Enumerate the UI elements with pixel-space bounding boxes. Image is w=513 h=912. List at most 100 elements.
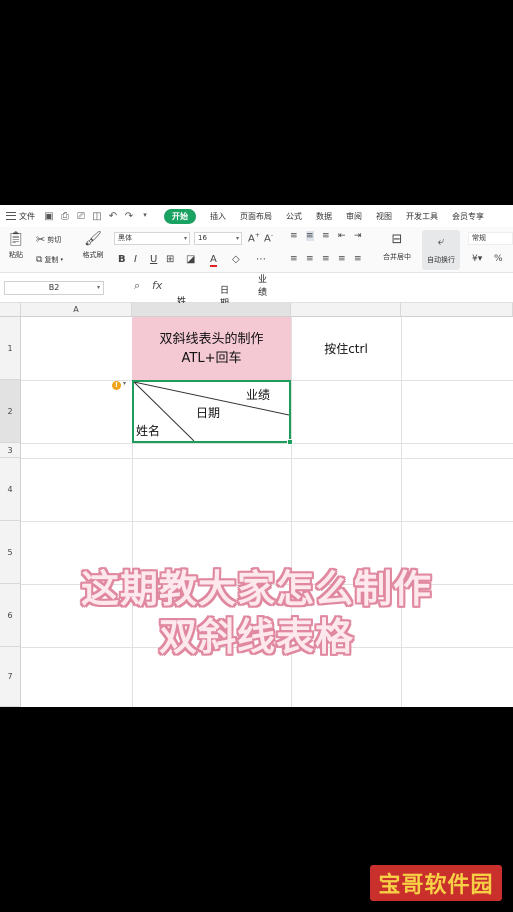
- ribbon: 📋︎ 粘贴 ✂ 剪切 ⧉ 复制 ▾ 🖌︎ 格式刷 黑体 ▾ 16 ▾ A+ A-…: [0, 227, 513, 273]
- video-caption: 这期教大家怎么制作 双斜线表格: [0, 565, 513, 661]
- bold-icon[interactable]: B: [118, 254, 126, 265]
- increase-font-icon[interactable]: A+: [248, 232, 260, 244]
- auto-wrap-label: 自动换行: [427, 256, 455, 264]
- align-bottom-icon[interactable]: ≡: [322, 231, 330, 241]
- preview-icon[interactable]: ◫: [91, 211, 103, 222]
- save-icon[interactable]: ▣: [43, 211, 55, 222]
- header-label-performance: 业绩: [246, 388, 271, 402]
- tab-member[interactable]: 会员专享: [452, 211, 484, 222]
- chevron-down-icon: ▾: [235, 235, 239, 242]
- watermark-logo: 宝哥软件园: [370, 865, 502, 901]
- merge-center-button[interactable]: ⊟ 合并居中: [378, 232, 416, 262]
- cell-b1-line-1: 双斜线表头的制作: [159, 331, 264, 347]
- zoom-icon[interactable]: ⌕: [134, 279, 140, 293]
- column-header-b[interactable]: [132, 303, 291, 317]
- clear-format-icon[interactable]: ◇: [232, 254, 240, 265]
- file-menu[interactable]: 文件: [0, 211, 35, 222]
- hamburger-icon: [6, 212, 16, 220]
- align-top-icon[interactable]: ≡: [290, 231, 298, 241]
- cell-b2-selected[interactable]: 业绩 日期 姓名: [132, 380, 291, 443]
- watermark-text: 宝哥软件园: [378, 873, 494, 898]
- warning-icon[interactable]: !: [112, 381, 121, 390]
- tab-page-layout[interactable]: 页面布局: [240, 211, 272, 222]
- tab-view[interactable]: 视图: [376, 211, 392, 222]
- column-header-c[interactable]: [291, 303, 401, 317]
- scissors-icon: ✂: [36, 233, 46, 246]
- border-icon[interactable]: ⊞: [166, 254, 174, 265]
- menu-bar: 文件 ▣ ⎙ ⎚ ◫ ↶ ↷ ▾ 开始 插入 页面布局 公式 数据 审阅 视图 …: [0, 205, 513, 227]
- cell-c1[interactable]: 按住ctrl: [291, 317, 401, 380]
- percent-symbol: %: [494, 254, 503, 264]
- indent-decrease-icon[interactable]: ⇤: [338, 231, 346, 241]
- chevron-down-icon[interactable]: ▾: [123, 380, 126, 387]
- underline-icon[interactable]: U: [150, 254, 157, 265]
- tab-insert[interactable]: 插入: [210, 211, 226, 222]
- print-icon[interactable]: ⎚: [75, 211, 87, 222]
- row-header-2[interactable]: 2: [0, 380, 21, 443]
- font-name-value: 黑体: [118, 234, 132, 242]
- clipboard-icon: 📋︎: [7, 231, 25, 247]
- tab-formulas[interactable]: 公式: [286, 211, 302, 222]
- tab-data[interactable]: 数据: [316, 211, 332, 222]
- align-left-icon[interactable]: ≡: [290, 254, 298, 264]
- header-label-name: 姓名: [136, 424, 161, 438]
- font-color-icon[interactable]: A: [210, 254, 217, 267]
- name-box[interactable]: B2 ▾: [4, 281, 104, 295]
- decrease-font-icon[interactable]: A-: [264, 232, 273, 244]
- copy-dropdown-icon[interactable]: ▾: [60, 257, 63, 263]
- tab-developer[interactable]: 开发工具: [406, 211, 438, 222]
- currency-symbol: ¥: [472, 254, 478, 264]
- format-painter-label: 格式刷: [82, 251, 104, 259]
- tab-review[interactable]: 审阅: [346, 211, 362, 222]
- merge-icon: ⊟: [391, 232, 403, 247]
- copy-label: 复制: [44, 256, 59, 264]
- cut-button[interactable]: ✂ 剪切: [36, 233, 61, 246]
- align-right-icon[interactable]: ≡: [322, 254, 330, 264]
- export-icon[interactable]: ⎙: [59, 211, 71, 222]
- chevron-down-icon: ▾: [183, 235, 187, 242]
- caption-line-1: 这期教大家怎么制作: [80, 567, 432, 611]
- cell-b1-line-2: ATL+回车: [181, 350, 242, 366]
- fill-color-icon[interactable]: ◪: [186, 254, 195, 265]
- auto-wrap-button[interactable]: ⤶ 自动换行: [422, 230, 460, 270]
- column-header-a[interactable]: A: [21, 303, 132, 317]
- function-icon[interactable]: fx: [152, 279, 162, 292]
- format-painter-button[interactable]: 🖌︎ 格式刷: [80, 231, 106, 260]
- formula-bar: B2 ▾ ⌕ fx 业绩 日期 姓名: [0, 273, 513, 320]
- indent-increase-icon[interactable]: ⇥: [354, 231, 362, 241]
- more-format-icon[interactable]: ⋯: [256, 254, 266, 265]
- italic-icon[interactable]: I: [134, 254, 137, 265]
- font-name-select[interactable]: 黑体 ▾: [114, 232, 190, 245]
- row-header-3[interactable]: 3: [0, 443, 21, 458]
- justify-icon[interactable]: ≡: [338, 254, 346, 264]
- copy-button[interactable]: ⧉ 复制 ▾: [36, 255, 63, 265]
- number-format-select[interactable]: 常规: [468, 232, 513, 245]
- brush-icon: 🖌︎: [84, 231, 102, 247]
- align-middle-icon[interactable]: ≡: [306, 231, 314, 241]
- cell-b1[interactable]: 双斜线表头的制作 ATL+回车: [132, 317, 291, 380]
- header-label-date: 日期: [196, 406, 221, 420]
- undo-icon[interactable]: ↶: [107, 211, 119, 222]
- chevron-down-icon: ▾: [96, 284, 100, 291]
- select-all-corner[interactable]: [0, 303, 21, 317]
- caption-line-2: 双斜线表格: [158, 615, 354, 659]
- row-header-4[interactable]: 4: [0, 458, 21, 521]
- currency-icon[interactable]: ¥▾: [472, 254, 482, 264]
- redo-icon[interactable]: ↷: [123, 211, 135, 222]
- copy-icon: ⧉: [36, 255, 43, 265]
- row-header-1[interactable]: 1: [0, 317, 21, 380]
- font-size-select[interactable]: 16 ▾: [194, 232, 242, 245]
- fill-handle[interactable]: [287, 439, 293, 445]
- column-header-d[interactable]: [401, 303, 513, 317]
- font-size-value: 16: [198, 234, 207, 242]
- distributed-icon[interactable]: ≡: [354, 254, 362, 264]
- align-center-icon[interactable]: ≡: [306, 254, 314, 264]
- gridline: [21, 458, 513, 459]
- file-menu-label: 文件: [19, 211, 35, 221]
- more-icon[interactable]: ▾: [139, 211, 151, 222]
- wrap-text-icon: ⤶: [437, 234, 445, 248]
- tab-home[interactable]: 开始: [164, 208, 196, 224]
- merge-center-label: 合并居中: [383, 253, 411, 261]
- percent-icon[interactable]: %: [494, 254, 503, 264]
- paste-button[interactable]: 📋︎ 粘贴: [6, 231, 26, 260]
